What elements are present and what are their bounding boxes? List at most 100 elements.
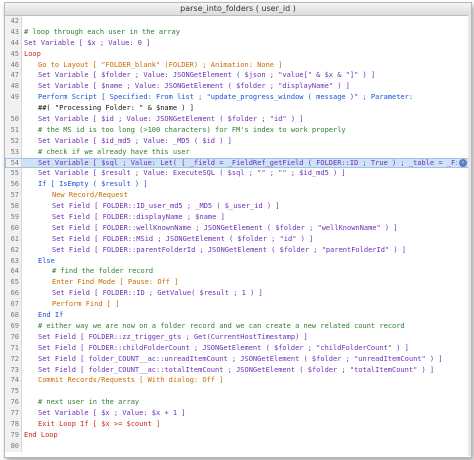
line-number: 63 bbox=[5, 255, 22, 267]
script-line[interactable]: 57 New Record/Request bbox=[5, 190, 471, 202]
script-line[interactable]: 65 Enter Find Mode [ Pause: Off ] bbox=[5, 277, 471, 289]
line-number: 47 bbox=[5, 70, 22, 82]
script-step-text: Set Variable [ $id_md5 ; Value: _MD5 ( $… bbox=[38, 136, 232, 145]
line-number: 76 bbox=[5, 397, 22, 409]
line-number: 74 bbox=[5, 375, 22, 387]
script-line[interactable]: 63 Else bbox=[5, 255, 471, 267]
script-step-text: Set Field [ FOLDER::childFolderCount ; J… bbox=[38, 343, 409, 352]
script-line[interactable]: 68 End If bbox=[5, 310, 471, 321]
script-step-text: End If bbox=[38, 311, 64, 320]
script-line[interactable]: 79 End Loop bbox=[5, 429, 471, 441]
script-line[interactable]: 59 Set Field [ FOLDER::displayName ; $nam… bbox=[5, 212, 471, 223]
script-step-text: Set Field [ folder_COUNT__ac::totalItemC… bbox=[38, 365, 435, 374]
script-line[interactable]: 56 If [ IsEmpty ( $result ) ] bbox=[5, 179, 471, 191]
script-line[interactable]: 61 Set Field [ FOLDER::MSid ; JSONGetElem… bbox=[5, 233, 471, 245]
line-number: 62 bbox=[5, 244, 22, 256]
line-number: 66 bbox=[5, 288, 22, 300]
line-number: 70 bbox=[5, 331, 22, 343]
script-line[interactable]: 71 Set Field [ FOLDER::childFolderCount ;… bbox=[5, 342, 471, 354]
script-step-text: Else bbox=[38, 256, 55, 265]
line-number: 44 bbox=[5, 37, 22, 49]
line-number: 53 bbox=[5, 146, 22, 158]
script-line[interactable]: 78 Exit Loop If [ $x >= $count ] bbox=[5, 418, 471, 430]
line-number: 49 bbox=[5, 92, 22, 104]
script-step-text: Exit Loop If [ $x >= $count ] bbox=[38, 419, 161, 428]
script-line[interactable]: 60 Set Field [ FOLDER::wellKnownName ; JS… bbox=[5, 222, 471, 234]
script-line[interactable]: 64 # find the folder record bbox=[5, 266, 471, 278]
script-step-text: # next user in the array bbox=[38, 398, 140, 407]
script-step-text: Set Field [ FOLDER::wellKnownName ; JSON… bbox=[52, 223, 398, 232]
script-line[interactable]: ##( "Processing Folder: " & $name ) ] bbox=[5, 103, 471, 115]
script-step-text: Set Field [ FOLDER::ID_user_md5 ; _MD5 (… bbox=[52, 202, 280, 211]
script-line[interactable]: 48 Set Variable [ $name ; Value: JSONGetE… bbox=[5, 81, 471, 93]
line-number bbox=[5, 103, 22, 115]
line-number: 61 bbox=[5, 233, 22, 245]
script-line[interactable]: 73 Set Field [ folder_COUNT__ac::totalIte… bbox=[5, 364, 471, 376]
script-step-text: ##( "Processing Folder: " & $name ) ] bbox=[38, 104, 194, 113]
script-line[interactable]: 77 Set Variable [ $x ; Value: $x + 1 ] bbox=[5, 408, 471, 419]
script-line[interactable]: 55 Set Variable [ $result ; Value: Execut… bbox=[5, 168, 471, 180]
script-line[interactable]: 51 # the MS id is too long (>100 characte… bbox=[5, 124, 471, 136]
line-number: 75 bbox=[5, 386, 22, 398]
script-step-text: Set Variable [ $id ; Value: JSONGetEleme… bbox=[38, 115, 304, 124]
script-line[interactable]: 69 # either way we are now on a folder re… bbox=[5, 320, 471, 332]
script-line[interactable]: 45 Loop bbox=[5, 48, 471, 60]
line-number: 72 bbox=[5, 353, 22, 365]
script-step-text: Set Variable [ $result ; Value: ExecuteS… bbox=[38, 169, 346, 178]
line-number: 48 bbox=[5, 81, 22, 93]
script-line[interactable]: 72 Set Field [ folder_COUNT__ac::unreadIt… bbox=[5, 353, 471, 365]
script-line[interactable]: 50 Set Variable [ $id ; Value: JSONGetEle… bbox=[5, 114, 471, 125]
line-number: 56 bbox=[5, 179, 22, 191]
script-line[interactable]: 66 Set Field [ FOLDER::ID ; GetValue( $re… bbox=[5, 288, 471, 300]
script-step-text: Set Field [ FOLDER::displayName ; $name … bbox=[52, 213, 225, 222]
line-number: 68 bbox=[5, 310, 22, 321]
script-line[interactable]: 43 # loop through each user in the array bbox=[5, 26, 471, 38]
line-number: 52 bbox=[5, 135, 22, 147]
script-line[interactable]: 46 Go to Layout [ "FOLDER_blank" (FOLDER)… bbox=[5, 59, 471, 71]
script-step-text: Commit Records/Requests [ With dialog: O… bbox=[38, 376, 224, 385]
script-line[interactable]: 58 Set Field [ FOLDER::ID_user_md5 ; _MD5… bbox=[5, 201, 471, 213]
script-line[interactable]: 80 bbox=[5, 440, 471, 452]
script-editor[interactable]: 42 43 # loop through each user in the arra… bbox=[5, 16, 471, 457]
script-step-text: Set Field [ FOLDER::parentFolderId ; JSO… bbox=[52, 245, 407, 254]
script-step-text: If [ IsEmpty ( $result ) ] bbox=[38, 180, 148, 189]
script-step-text: Perform Script [ Specified: From list ; … bbox=[38, 93, 414, 102]
chevron-right-circle-icon[interactable]: › bbox=[459, 159, 467, 168]
line-number: 73 bbox=[5, 364, 22, 376]
script-line[interactable]: 42 bbox=[5, 16, 471, 27]
window-titlebar[interactable]: parse_into_folders ( user_id ) bbox=[5, 3, 471, 16]
scrollbar[interactable] bbox=[468, 15, 471, 456]
line-number: 59 bbox=[5, 212, 22, 223]
script-line[interactable]: 76 # next user in the array bbox=[5, 397, 471, 409]
script-step-text: Set Variable [ $folder ; Value: JSONGetE… bbox=[38, 71, 376, 80]
script-step-text: Set Field [ FOLDER::zz_trigger_gts ; Get… bbox=[38, 332, 308, 341]
script-line[interactable]: 49 Perform Script [ Specified: From list … bbox=[5, 92, 471, 104]
script-step-text: Perform Find [ ] bbox=[52, 300, 120, 309]
script-line[interactable]: 52 Set Variable [ $id_md5 ; Value: _MD5 (… bbox=[5, 135, 471, 147]
script-step-text: # find the folder record bbox=[52, 267, 154, 276]
script-step-text: # check if we already have this user bbox=[38, 147, 190, 156]
script-line[interactable]: 54 Set Variable [ $sql ; Value: Let( [ _f… bbox=[5, 157, 471, 169]
line-number: 60 bbox=[5, 222, 22, 234]
line-number: 54 bbox=[5, 157, 22, 169]
script-line[interactable]: 62 Set Field [ FOLDER::parentFolderId ; J… bbox=[5, 244, 471, 256]
line-number: 78 bbox=[5, 418, 22, 430]
script-step-text: Enter Find Mode [ Pause: Off ] bbox=[52, 278, 179, 287]
script-line[interactable]: 67 Perform Find [ ] bbox=[5, 299, 471, 311]
line-number: 64 bbox=[5, 266, 22, 278]
script-line[interactable]: 74 Commit Records/Requests [ With dialog:… bbox=[5, 375, 471, 387]
script-step-text: Go to Layout [ "FOLDER_blank" (FOLDER) ;… bbox=[38, 60, 283, 69]
line-number: 57 bbox=[5, 190, 22, 202]
line-number: 69 bbox=[5, 320, 22, 332]
script-step-text: # the MS id is too long (>100 characters… bbox=[38, 125, 346, 134]
script-line[interactable]: 53 # check if we already have this user bbox=[5, 146, 471, 158]
script-line[interactable]: 47 Set Variable [ $folder ; Value: JSONGe… bbox=[5, 70, 471, 82]
script-step-text: Set Field [ folder_COUNT__ac::unreadItem… bbox=[38, 354, 443, 363]
script-line[interactable]: 75 bbox=[5, 386, 471, 398]
script-line[interactable]: 70 Set Field [ FOLDER::zz_trigger_gts ; G… bbox=[5, 331, 471, 343]
script-editor-window: parse_into_folders ( user_id ) 42 43 # loo… bbox=[4, 2, 472, 458]
line-number: 77 bbox=[5, 408, 22, 419]
script-line[interactable]: 44 Set Variable [ $x ; Value: 0 ] bbox=[5, 37, 471, 49]
script-step-text: Set Field [ FOLDER::MSid ; JSONGetElemen… bbox=[52, 234, 314, 243]
window-title: parse_into_folders ( user_id ) bbox=[180, 4, 296, 13]
